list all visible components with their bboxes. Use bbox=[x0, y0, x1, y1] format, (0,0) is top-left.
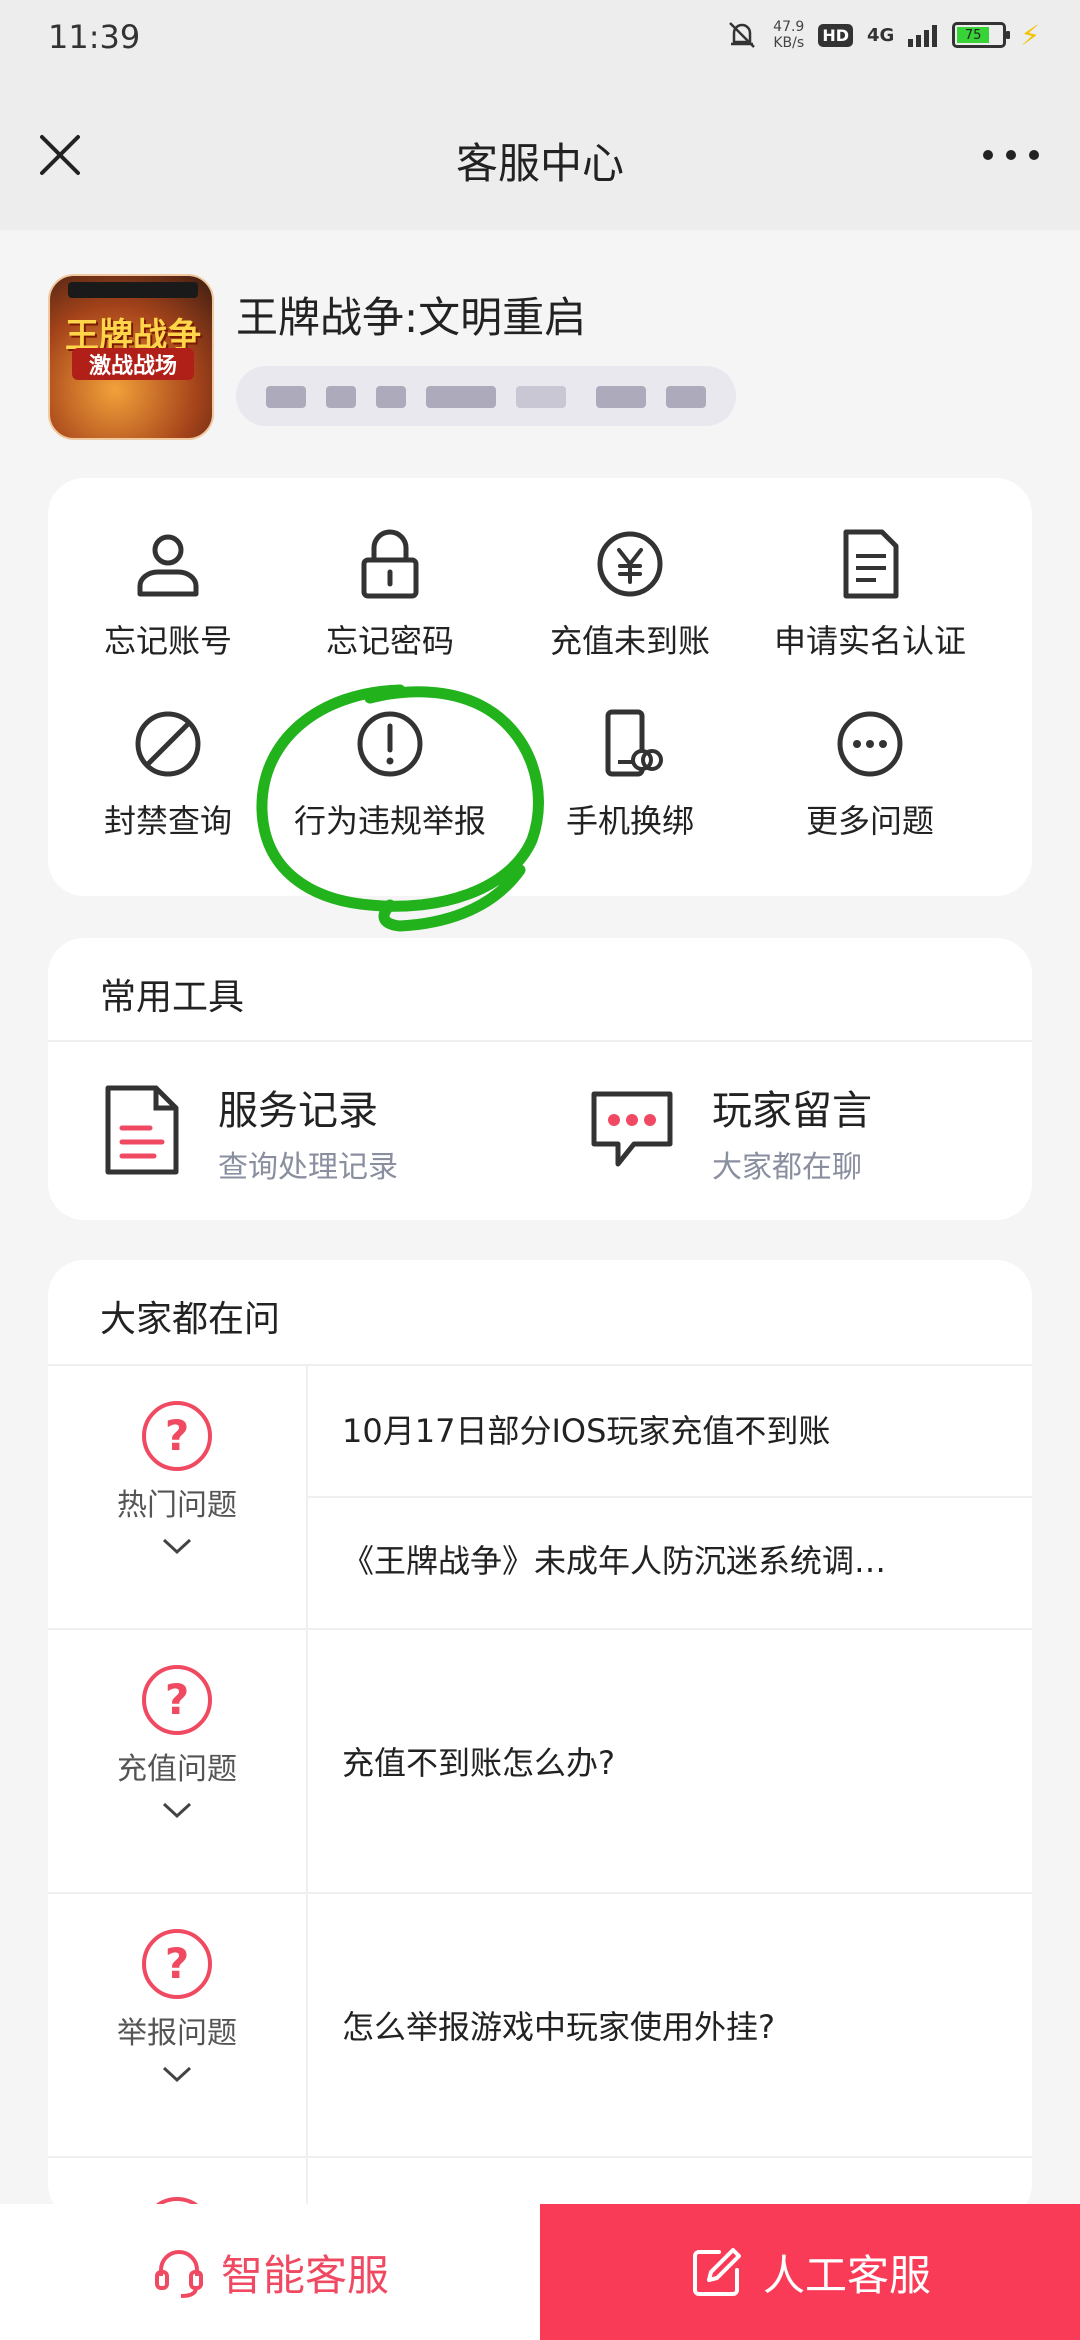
tool-title: 玩家留言 bbox=[712, 1088, 872, 1134]
tool-title: 服务记录 bbox=[218, 1088, 378, 1134]
faq-section-recharge: ? 充值问题 充值不到账怎么办? bbox=[48, 1628, 1032, 1892]
edit-icon bbox=[692, 2248, 741, 2296]
chat-icon bbox=[591, 1091, 673, 1167]
svg-text:?: ? bbox=[165, 1675, 189, 1724]
chevron-down-icon bbox=[162, 1802, 192, 1819]
quick-label: 申请实名认证 bbox=[773, 622, 966, 660]
faq-title: 大家都在问 bbox=[100, 1299, 281, 1340]
net-speed-unit: KB/s bbox=[773, 35, 805, 51]
lock-icon bbox=[361, 529, 419, 599]
page-title: 客服中心 bbox=[455, 139, 624, 188]
question-icon: ? bbox=[142, 1929, 212, 1999]
status-time: 11:39 bbox=[48, 18, 141, 56]
net-speed: 47.9 KB/s bbox=[773, 19, 804, 51]
headset-icon bbox=[154, 2250, 203, 2298]
svg-text:?: ? bbox=[165, 1411, 189, 1460]
document-icon bbox=[843, 529, 899, 599]
battery-level: 75 bbox=[957, 27, 989, 43]
game-logo-tag bbox=[68, 282, 198, 298]
tool-subtitle: 大家都在聊 bbox=[712, 1150, 862, 1185]
smart-service-label: 智能客服 bbox=[220, 2250, 389, 2300]
more-icon bbox=[837, 711, 903, 777]
smart-service-button[interactable]: 智能客服 bbox=[0, 2204, 540, 2340]
quick-label: 忘记密码 bbox=[325, 622, 454, 660]
highlight-circle-annotation bbox=[256, 684, 544, 932]
quick-more-problems[interactable]: 更多问题 bbox=[750, 706, 990, 842]
quick-label: 更多问题 bbox=[805, 802, 934, 840]
quick-recharge-missing[interactable]: 充值未到账 bbox=[510, 526, 750, 662]
question-icon: ? bbox=[142, 1665, 212, 1735]
network-type: 4G bbox=[867, 24, 895, 46]
tool-text: 服务记录 查询处理记录 bbox=[218, 1078, 518, 1186]
game-logo: 王牌战争 激战战场 bbox=[48, 274, 214, 440]
record-icon bbox=[105, 1085, 179, 1175]
common-tools-card: 常用工具 服务记录 查询处理记录 玩家留言 大家都在聊 bbox=[48, 938, 1032, 1220]
battery-icon: 75 bbox=[952, 22, 1011, 48]
game-logo-subtext: 激战战场 bbox=[72, 348, 194, 380]
quick-forgot-password[interactable]: 忘记密码 bbox=[270, 526, 510, 662]
user-icon bbox=[137, 534, 199, 597]
faq-question[interactable]: 10月17日部分IOS玩家充值不到账 bbox=[342, 1406, 830, 1452]
phone-link-icon bbox=[605, 709, 663, 777]
charging-icon: ⚡ bbox=[1020, 18, 1040, 52]
account-info-blurred bbox=[236, 366, 736, 426]
quick-label: 充值未到账 bbox=[549, 622, 710, 660]
bottom-bar: 智能客服 人工客服 bbox=[0, 2204, 1080, 2340]
ban-icon bbox=[135, 711, 201, 777]
faq-category-label: 举报问题 bbox=[117, 2016, 237, 2051]
divider bbox=[308, 1496, 1032, 1498]
net-speed-value: 47.9 bbox=[773, 19, 805, 35]
divider bbox=[48, 1040, 1032, 1042]
faq-question[interactable]: 怎么举报游戏中玩家使用外挂? bbox=[342, 2002, 775, 2048]
human-service-button[interactable]: 人工客服 bbox=[540, 2204, 1080, 2340]
signal-icon bbox=[908, 25, 938, 47]
faq-card: 大家都在问 ? 热门问题 10月17日部分IOS玩家充值不到账 《王牌战争》未成… bbox=[48, 1260, 1032, 2267]
mute-bell-icon bbox=[729, 22, 756, 48]
quick-label: 忘记账号 bbox=[103, 622, 232, 660]
tool-subtitle: 查询处理记录 bbox=[218, 1150, 398, 1185]
hd-badge: HD bbox=[818, 23, 854, 47]
svg-text:?: ? bbox=[165, 1939, 189, 1988]
faq-question[interactable]: 充值不到账怎么办? bbox=[342, 1738, 615, 1784]
chevron-down-icon bbox=[162, 1538, 192, 1555]
chevron-down-icon bbox=[162, 2066, 192, 2083]
more-options-icon[interactable] bbox=[976, 125, 1046, 185]
game-title: 王牌战争:文明重启 bbox=[236, 293, 587, 342]
faq-section-report: ? 举报问题 怎么举报游戏中玩家使用外挂? bbox=[48, 1892, 1032, 2156]
faq-category[interactable]: ? 热门问题 bbox=[48, 1366, 308, 1628]
question-icon: ? bbox=[142, 1401, 212, 1471]
tools-title: 常用工具 bbox=[100, 977, 245, 1018]
yen-icon bbox=[597, 531, 663, 597]
quick-real-name-auth[interactable]: 申请实名认证 bbox=[750, 526, 990, 662]
faq-category[interactable]: ? 充值问题 bbox=[48, 1630, 308, 1892]
human-service-label: 人工客服 bbox=[762, 2250, 931, 2300]
status-bar: 11:39 47.9 KB/s HD 4G 75 ⚡ bbox=[0, 0, 1080, 80]
quick-forgot-account[interactable]: 忘记账号 bbox=[48, 526, 288, 662]
faq-category-label: 充值问题 bbox=[117, 1752, 237, 1787]
status-icons: 47.9 KB/s HD 4G 75 ⚡ bbox=[725, 18, 1040, 52]
faq-category-label: 热门问题 bbox=[117, 1488, 237, 1523]
faq-section-hot: ? 热门问题 10月17日部分IOS玩家充值不到账 《王牌战争》未成年人防沉迷系… bbox=[48, 1364, 1032, 1628]
faq-category[interactable]: ? 举报问题 bbox=[48, 1894, 308, 2156]
tool-text: 玩家留言 大家都在聊 bbox=[712, 1078, 1012, 1186]
nav-bar: 客服中心 bbox=[0, 80, 1080, 230]
faq-question[interactable]: 《王牌战争》未成年人防沉迷系统调… bbox=[342, 1536, 886, 1582]
